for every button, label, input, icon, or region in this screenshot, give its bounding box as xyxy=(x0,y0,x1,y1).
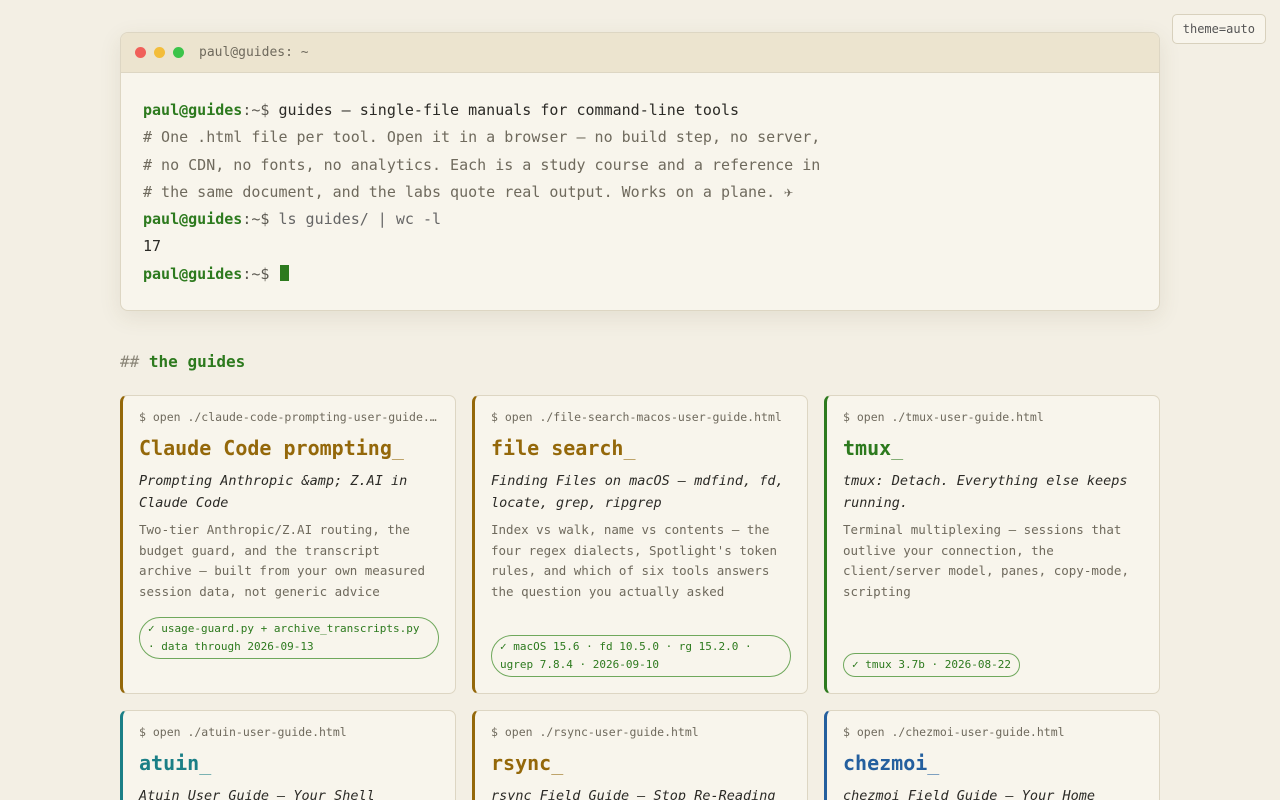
guide-card-file-search[interactable]: $ open ./file-search-macos-user-guide.ht… xyxy=(472,395,808,694)
guide-card-atuin[interactable]: $ open ./atuin-user-guide.html atuin_ At… xyxy=(120,710,456,800)
card-title[interactable]: file search_ xyxy=(491,436,791,464)
card-title-text: chezmoi xyxy=(843,751,928,775)
comment-line: # One .html file per tool. Open it in a … xyxy=(143,128,821,147)
card-subtitle: chezmoi Field Guide — Your Home xyxy=(843,788,1095,800)
terminal-body: paul@guides:~$ guides — single-file manu… xyxy=(121,73,1159,288)
card-subtitle: tmux: Detach. Everything else keeps runn… xyxy=(843,473,1128,511)
card-title[interactable]: chezmoi_ xyxy=(843,751,1143,779)
prompt-user: paul@guides xyxy=(143,101,243,119)
card-open-command: $ open ./file-search-macos-user-guide.ht… xyxy=(491,410,782,424)
maximize-window-icon[interactable] xyxy=(173,47,184,58)
prompt-user: paul@guides xyxy=(143,210,243,229)
card-title-text: atuin xyxy=(139,751,200,775)
card-open-command: $ open ./tmux-user-guide.html xyxy=(843,410,1044,424)
card-verified-badge: ✓ usage-guard.py + archive_transcripts.p… xyxy=(139,617,439,659)
heading-hash: ## xyxy=(120,352,140,371)
prompt-line: paul@guides:~$ ls guides/ | wc -l xyxy=(143,206,1137,233)
theme-toggle-button[interactable]: theme=auto xyxy=(1171,14,1266,44)
prompt-line: paul@guides:~$ xyxy=(143,261,1137,288)
terminal-title-bar: paul@guides: ~ xyxy=(121,33,1159,73)
card-title[interactable]: rsync_ xyxy=(491,751,791,779)
card-open-command: $ open ./chezmoi-user-guide.html xyxy=(843,725,1065,739)
card-subtitle: Prompting Anthropic &amp; Z.AI in Claude… xyxy=(139,473,408,511)
card-title-text: file search xyxy=(491,436,624,460)
prompt-path: :~$ xyxy=(242,264,270,283)
card-open-command: $ open ./atuin-user-guide.html xyxy=(139,725,347,739)
guide-card-chezmoi[interactable]: $ open ./chezmoi-user-guide.html chezmoi… xyxy=(824,710,1160,800)
card-title[interactable]: atuin_ xyxy=(139,751,439,779)
terminal-cursor xyxy=(280,264,290,281)
guide-card-claude-code[interactable]: $ open ./claude-code-prompting-user-guid… xyxy=(120,395,456,694)
card-title-text: Claude Code prompting xyxy=(139,436,392,460)
card-verified-badge: ✓ tmux 3.7b · 2026-08-22 xyxy=(843,653,1020,677)
guide-card-rsync[interactable]: $ open ./rsync-user-guide.html rsync_ rs… xyxy=(472,710,808,800)
card-subtitle: Finding Files on macOS — mdfind, fd, loc… xyxy=(491,473,784,511)
card-subtitle: rsync Field Guide — Stop Re-Reading xyxy=(491,788,776,800)
terminal-title: paul@guides: ~ xyxy=(199,45,309,60)
command-text: ls guides/ | wc -l xyxy=(278,210,442,229)
terminal-window: paul@guides: ~ paul@guides:~$ guides — s… xyxy=(120,32,1160,311)
command-text: guides — single-file manuals for command… xyxy=(278,101,740,119)
card-title[interactable]: tmux_ xyxy=(843,436,1143,464)
guide-card-tmux[interactable]: $ open ./tmux-user-guide.html tmux_ tmux… xyxy=(824,395,1160,694)
section-heading: ## the guides xyxy=(120,352,245,371)
heading-text: the guides xyxy=(148,352,246,371)
card-subtitle: Atuin User Guide — Your Shell xyxy=(139,788,375,800)
card-title[interactable]: Claude Code prompting_ xyxy=(139,436,439,464)
prompt-path: :~$ xyxy=(242,210,270,229)
command-output: 17 xyxy=(143,237,162,256)
comment-line: # no CDN, no fonts, no analytics. Each i… xyxy=(143,155,821,174)
card-title-text: rsync xyxy=(491,751,552,775)
card-title-text: tmux xyxy=(843,436,892,460)
prompt-line: paul@guides:~$ guides — single-file manu… xyxy=(143,97,1137,124)
card-open-command: $ open ./claude-code-prompting-user-guid… xyxy=(139,410,439,424)
card-description: Index vs walk, name vs contents — the fo… xyxy=(491,522,777,599)
card-open-command: $ open ./rsync-user-guide.html xyxy=(491,725,699,739)
prompt-user: paul@guides xyxy=(143,264,243,283)
card-description: Terminal multiplexing — sessions that ou… xyxy=(843,522,1129,599)
close-window-icon[interactable] xyxy=(135,47,146,58)
card-verified-badge: ✓ macOS 15.6 · fd 10.5.0 · rg 15.2.0 · u… xyxy=(491,635,791,677)
comment-line: # the same document, and the labs quote … xyxy=(143,182,794,201)
card-description: Two-tier Anthropic/Z.AI routing, the bud… xyxy=(139,522,425,599)
prompt-path: :~$ xyxy=(242,101,270,119)
minimize-window-icon[interactable] xyxy=(154,47,165,58)
